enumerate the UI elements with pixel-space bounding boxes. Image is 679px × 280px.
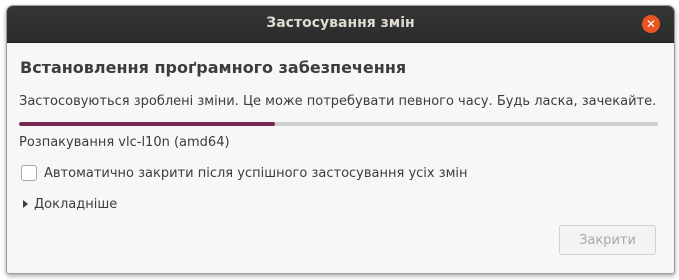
status-text: Розпакування vlc-l10n (amd64) [19, 135, 230, 150]
page-title: Встановлення проґрамного забезпечення [20, 58, 407, 77]
auto-close-option[interactable]: Автоматично закрити після успішного заст… [21, 164, 468, 182]
close-button[interactable]: Закрити [559, 225, 656, 255]
close-icon[interactable]: ✕ [642, 15, 660, 33]
description-text: Застосовуються зроблені зміни. Це може п… [19, 94, 657, 109]
expander-arrow-icon[interactable] [23, 200, 28, 208]
apply-changes-dialog: Застосування змін ✕ Встановлення проґрам… [6, 5, 675, 274]
details-label[interactable]: Докладніше [34, 197, 117, 212]
details-expander[interactable]: Докладніше [23, 195, 117, 213]
progress-bar [19, 122, 658, 126]
progress-fill [19, 122, 275, 126]
title-bar[interactable]: Застосування змін ✕ [7, 6, 674, 43]
window-title: Застосування змін [266, 15, 415, 31]
auto-close-label[interactable]: Автоматично закрити після успішного заст… [44, 166, 468, 181]
auto-close-checkbox[interactable] [21, 165, 37, 181]
